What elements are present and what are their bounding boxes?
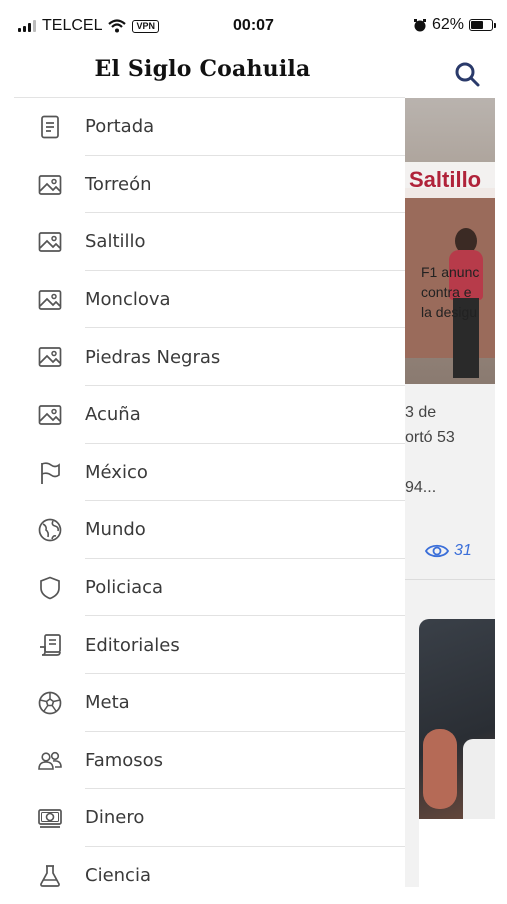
- story-card-title[interactable]: F1 anunc contra e la desigu: [421, 262, 481, 322]
- people-icon: [37, 748, 63, 774]
- menu-item-label: Policiaca: [85, 577, 164, 599]
- menu-item-label: Editoriales: [85, 634, 180, 656]
- background-content: Saltillo 3 de ortó 53 94... 31 F1 anunc …: [405, 52, 495, 887]
- excerpt-line: [405, 450, 495, 475]
- menu-item-label: Acuña: [85, 404, 141, 426]
- drawer-header: El Siglo Coahuila: [0, 52, 405, 98]
- story-card[interactable]: [419, 619, 495, 887]
- excerpt-line: ortó 53: [405, 429, 455, 446]
- views-count: 31: [454, 542, 472, 559]
- menu-item-mexico[interactable]: México: [0, 444, 405, 502]
- search-icon[interactable]: [453, 60, 483, 90]
- editorial-icon: [37, 632, 63, 658]
- menu-item-saltillo[interactable]: Saltillo: [0, 213, 405, 271]
- image-icon: [37, 344, 63, 370]
- menu-item-famosos[interactable]: Famosos: [0, 732, 405, 790]
- excerpt-line: 94...: [405, 479, 437, 496]
- eye-icon: [425, 544, 449, 558]
- battery-fill: [471, 21, 484, 29]
- menu-item-dinero[interactable]: Dinero: [0, 789, 405, 847]
- menu-item-label: Meta: [85, 692, 130, 714]
- navigation-drawer: El Siglo Coahuila Portada Torreón Saltil…: [0, 0, 405, 900]
- views-counter: 31: [425, 542, 472, 560]
- menu-item-label: Dinero: [85, 807, 145, 829]
- image-icon: [37, 229, 63, 255]
- battery-percent: 62%: [431, 16, 464, 33]
- menu-item-piedras-negras[interactable]: Piedras Negras: [0, 328, 405, 386]
- app-logo: El Siglo Coahuila: [94, 56, 311, 82]
- battery-icon: [469, 19, 496, 31]
- divider: [405, 579, 495, 580]
- story-excerpt[interactable]: 3 de ortó 53 94...: [405, 400, 495, 500]
- shield-icon: [37, 575, 63, 601]
- menu-item-label: Saltillo: [85, 231, 146, 253]
- section-tag: Saltillo: [405, 162, 495, 198]
- status-bar: TELCEL VPN 00:07 62%: [0, 0, 507, 52]
- image-icon: [37, 172, 63, 198]
- document-icon: [37, 114, 63, 140]
- image-icon: [37, 402, 63, 428]
- menu-item-label: Ciencia: [85, 865, 151, 887]
- menu-item-label: Monclova: [85, 289, 171, 311]
- menu-item-ciencia[interactable]: Ciencia: [0, 847, 405, 904]
- menu-item-label: México: [85, 461, 148, 483]
- section-menu: Portada Torreón Saltillo Monclova Piedra…: [0, 98, 405, 904]
- menu-item-mundo[interactable]: Mundo: [0, 501, 405, 559]
- menu-item-label: Mundo: [85, 519, 146, 541]
- menu-item-label: Piedras Negras: [85, 346, 221, 368]
- image-icon: [37, 287, 63, 313]
- menu-item-torreon[interactable]: Torreón: [0, 156, 405, 214]
- lead-story-photo[interactable]: Saltillo: [405, 98, 495, 384]
- menu-item-acuna[interactable]: Acuña: [0, 386, 405, 444]
- background-header: [405, 52, 495, 98]
- menu-item-label: Torreón: [85, 173, 152, 195]
- menu-item-editoriales[interactable]: Editoriales: [0, 616, 405, 674]
- menu-item-meta[interactable]: Meta: [0, 674, 405, 732]
- menu-item-portada[interactable]: Portada: [0, 98, 405, 156]
- menu-item-policiaca[interactable]: Policiaca: [0, 559, 405, 617]
- globe-icon: [37, 517, 63, 543]
- menu-item-monclova[interactable]: Monclova: [0, 271, 405, 329]
- excerpt-line: 3 de: [405, 404, 437, 421]
- alarm-icon: [413, 19, 426, 32]
- money-icon: [37, 805, 63, 831]
- menu-item-label: Portada: [85, 116, 155, 138]
- flag-icon: [37, 460, 63, 486]
- menu-item-label: Famosos: [85, 749, 164, 771]
- soccer-ball-icon: [37, 690, 63, 716]
- flask-icon: [37, 863, 63, 889]
